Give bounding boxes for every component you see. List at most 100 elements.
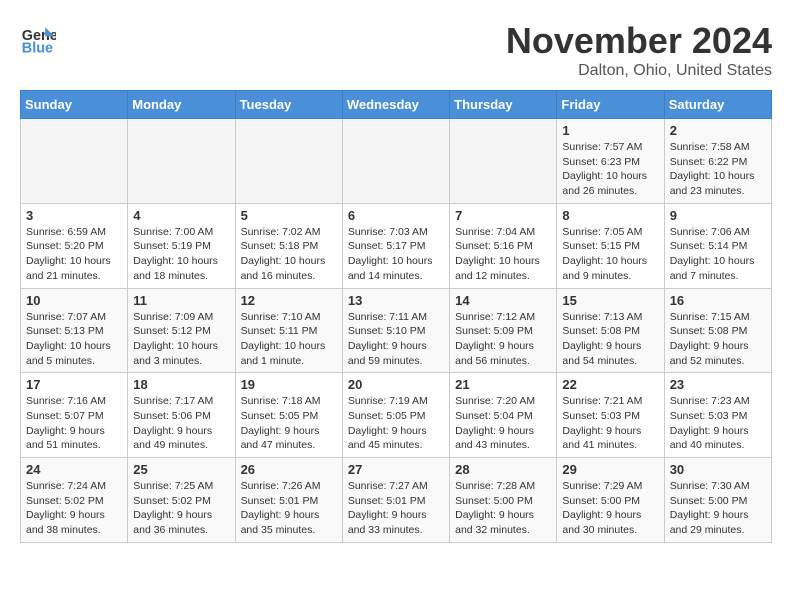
day-info: Sunrise: 7:27 AM Sunset: 5:01 PM Dayligh… — [348, 479, 444, 538]
calendar-cell — [235, 119, 342, 204]
day-number: 25 — [133, 462, 229, 477]
day-number: 15 — [562, 293, 658, 308]
day-number: 8 — [562, 208, 658, 223]
day-number: 13 — [348, 293, 444, 308]
day-info: Sunrise: 7:03 AM Sunset: 5:17 PM Dayligh… — [348, 225, 444, 284]
day-info: Sunrise: 7:17 AM Sunset: 5:06 PM Dayligh… — [133, 394, 229, 453]
day-info: Sunrise: 7:10 AM Sunset: 5:11 PM Dayligh… — [241, 310, 337, 369]
calendar-cell: 24 Sunrise: 7:24 AM Sunset: 5:02 PM Dayli… — [21, 458, 128, 543]
calendar-cell: 19 Sunrise: 7:18 AM Sunset: 5:05 PM Dayli… — [235, 373, 342, 458]
calendar-cell: 25 Sunrise: 7:25 AM Sunset: 5:02 PM Dayli… — [128, 458, 235, 543]
day-number: 1 — [562, 123, 658, 138]
calendar-cell: 27 Sunrise: 7:27 AM Sunset: 5:01 PM Dayli… — [342, 458, 449, 543]
day-number: 21 — [455, 377, 551, 392]
day-info: Sunrise: 7:24 AM Sunset: 5:02 PM Dayligh… — [26, 479, 122, 538]
weekday-header-wednesday: Wednesday — [342, 91, 449, 119]
day-info: Sunrise: 7:05 AM Sunset: 5:15 PM Dayligh… — [562, 225, 658, 284]
calendar-cell: 4 Sunrise: 7:00 AM Sunset: 5:19 PM Daylig… — [128, 203, 235, 288]
day-info: Sunrise: 7:58 AM Sunset: 6:22 PM Dayligh… — [670, 140, 766, 199]
day-number: 30 — [670, 462, 766, 477]
day-info: Sunrise: 7:25 AM Sunset: 5:02 PM Dayligh… — [133, 479, 229, 538]
calendar-cell: 29 Sunrise: 7:29 AM Sunset: 5:00 PM Dayli… — [557, 458, 664, 543]
calendar-cell: 26Sunrise: 7:26 AM Sunset: 5:01 PM Dayli… — [235, 458, 342, 543]
day-number: 23 — [670, 377, 766, 392]
day-number: 7 — [455, 208, 551, 223]
day-number: 6 — [348, 208, 444, 223]
calendar-cell: 23 Sunrise: 7:23 AM Sunset: 5:03 PM Dayli… — [664, 373, 771, 458]
day-info: Sunrise: 7:29 AM Sunset: 5:00 PM Dayligh… — [562, 479, 658, 538]
calendar-cell: 21 Sunrise: 7:20 AM Sunset: 5:04 PM Dayli… — [450, 373, 557, 458]
day-number: 18 — [133, 377, 229, 392]
calendar-cell: 11Sunrise: 7:09 AM Sunset: 5:12 PM Dayli… — [128, 288, 235, 373]
week-row-4: 17Sunrise: 7:16 AM Sunset: 5:07 PM Dayli… — [21, 373, 772, 458]
day-number: 29 — [562, 462, 658, 477]
day-info: Sunrise: 7:11 AM Sunset: 5:10 PM Dayligh… — [348, 310, 444, 369]
calendar-cell — [342, 119, 449, 204]
day-number: 10 — [26, 293, 122, 308]
week-row-1: 1 Sunrise: 7:57 AM Sunset: 6:23 PM Daylig… — [21, 119, 772, 204]
day-info: Sunrise: 6:59 AM Sunset: 5:20 PM Dayligh… — [26, 225, 122, 284]
day-info: Sunrise: 7:18 AM Sunset: 5:05 PM Dayligh… — [241, 394, 337, 453]
day-number: 16 — [670, 293, 766, 308]
title-area: November 2024 Dalton, Ohio, United State… — [506, 20, 772, 80]
calendar-cell: 14 Sunrise: 7:12 AM Sunset: 5:09 PM Dayli… — [450, 288, 557, 373]
calendar-cell: 2Sunrise: 7:58 AM Sunset: 6:22 PM Daylig… — [664, 119, 771, 204]
day-number: 26 — [241, 462, 337, 477]
calendar-cell: 20Sunrise: 7:19 AM Sunset: 5:05 PM Dayli… — [342, 373, 449, 458]
day-info: Sunrise: 7:57 AM Sunset: 6:23 PM Dayligh… — [562, 140, 658, 199]
month-title: November 2024 — [506, 20, 772, 62]
calendar-cell: 10Sunrise: 7:07 AM Sunset: 5:13 PM Dayli… — [21, 288, 128, 373]
day-info: Sunrise: 7:13 AM Sunset: 5:08 PM Dayligh… — [562, 310, 658, 369]
day-number: 3 — [26, 208, 122, 223]
day-info: Sunrise: 7:23 AM Sunset: 5:03 PM Dayligh… — [670, 394, 766, 453]
location: Dalton, Ohio, United States — [506, 62, 772, 80]
calendar-cell: 22 Sunrise: 7:21 AM Sunset: 5:03 PM Dayli… — [557, 373, 664, 458]
day-info: Sunrise: 7:20 AM Sunset: 5:04 PM Dayligh… — [455, 394, 551, 453]
day-info: Sunrise: 7:02 AM Sunset: 5:18 PM Dayligh… — [241, 225, 337, 284]
day-number: 28 — [455, 462, 551, 477]
day-number: 24 — [26, 462, 122, 477]
day-number: 12 — [241, 293, 337, 308]
logo-icon: General Blue — [20, 20, 56, 56]
day-number: 22 — [562, 377, 658, 392]
day-number: 19 — [241, 377, 337, 392]
day-info: Sunrise: 7:28 AM Sunset: 5:00 PM Dayligh… — [455, 479, 551, 538]
calendar-cell: 5Sunrise: 7:02 AM Sunset: 5:18 PM Daylig… — [235, 203, 342, 288]
logo: General Blue — [20, 20, 56, 56]
calendar-cell: 13 Sunrise: 7:11 AM Sunset: 5:10 PM Dayli… — [342, 288, 449, 373]
day-number: 27 — [348, 462, 444, 477]
day-number: 9 — [670, 208, 766, 223]
day-info: Sunrise: 7:09 AM Sunset: 5:12 PM Dayligh… — [133, 310, 229, 369]
week-row-3: 10Sunrise: 7:07 AM Sunset: 5:13 PM Dayli… — [21, 288, 772, 373]
calendar-cell: 18 Sunrise: 7:17 AM Sunset: 5:06 PM Dayli… — [128, 373, 235, 458]
calendar-cell: 15 Sunrise: 7:13 AM Sunset: 5:08 PM Dayli… — [557, 288, 664, 373]
weekday-header-row: SundayMondayTuesdayWednesdayThursdayFrid… — [21, 91, 772, 119]
day-info: Sunrise: 7:21 AM Sunset: 5:03 PM Dayligh… — [562, 394, 658, 453]
week-row-5: 24 Sunrise: 7:24 AM Sunset: 5:02 PM Dayli… — [21, 458, 772, 543]
svg-text:Blue: Blue — [22, 40, 53, 56]
weekday-header-sunday: Sunday — [21, 91, 128, 119]
day-info: Sunrise: 7:12 AM Sunset: 5:09 PM Dayligh… — [455, 310, 551, 369]
calendar-cell: 7Sunrise: 7:04 AM Sunset: 5:16 PM Daylig… — [450, 203, 557, 288]
weekday-header-thursday: Thursday — [450, 91, 557, 119]
day-info: Sunrise: 7:00 AM Sunset: 5:19 PM Dayligh… — [133, 225, 229, 284]
calendar-cell: 1 Sunrise: 7:57 AM Sunset: 6:23 PM Daylig… — [557, 119, 664, 204]
calendar-cell: 16Sunrise: 7:15 AM Sunset: 5:08 PM Dayli… — [664, 288, 771, 373]
day-number: 17 — [26, 377, 122, 392]
calendar-cell: 12 Sunrise: 7:10 AM Sunset: 5:11 PM Dayli… — [235, 288, 342, 373]
calendar-cell — [21, 119, 128, 204]
calendar-cell: 30 Sunrise: 7:30 AM Sunset: 5:00 PM Dayli… — [664, 458, 771, 543]
day-info: Sunrise: 7:30 AM Sunset: 5:00 PM Dayligh… — [670, 479, 766, 538]
weekday-header-friday: Friday — [557, 91, 664, 119]
week-row-2: 3 Sunrise: 6:59 AM Sunset: 5:20 PM Daylig… — [21, 203, 772, 288]
calendar-cell: 8 Sunrise: 7:05 AM Sunset: 5:15 PM Daylig… — [557, 203, 664, 288]
calendar-cell: 28 Sunrise: 7:28 AM Sunset: 5:00 PM Dayli… — [450, 458, 557, 543]
calendar-cell: 9 Sunrise: 7:06 AM Sunset: 5:14 PM Daylig… — [664, 203, 771, 288]
calendar-cell: 17Sunrise: 7:16 AM Sunset: 5:07 PM Dayli… — [21, 373, 128, 458]
calendar-table: SundayMondayTuesdayWednesdayThursdayFrid… — [20, 90, 772, 543]
day-number: 20 — [348, 377, 444, 392]
day-number: 4 — [133, 208, 229, 223]
day-info: Sunrise: 7:06 AM Sunset: 5:14 PM Dayligh… — [670, 225, 766, 284]
calendar-cell — [450, 119, 557, 204]
day-number: 14 — [455, 293, 551, 308]
